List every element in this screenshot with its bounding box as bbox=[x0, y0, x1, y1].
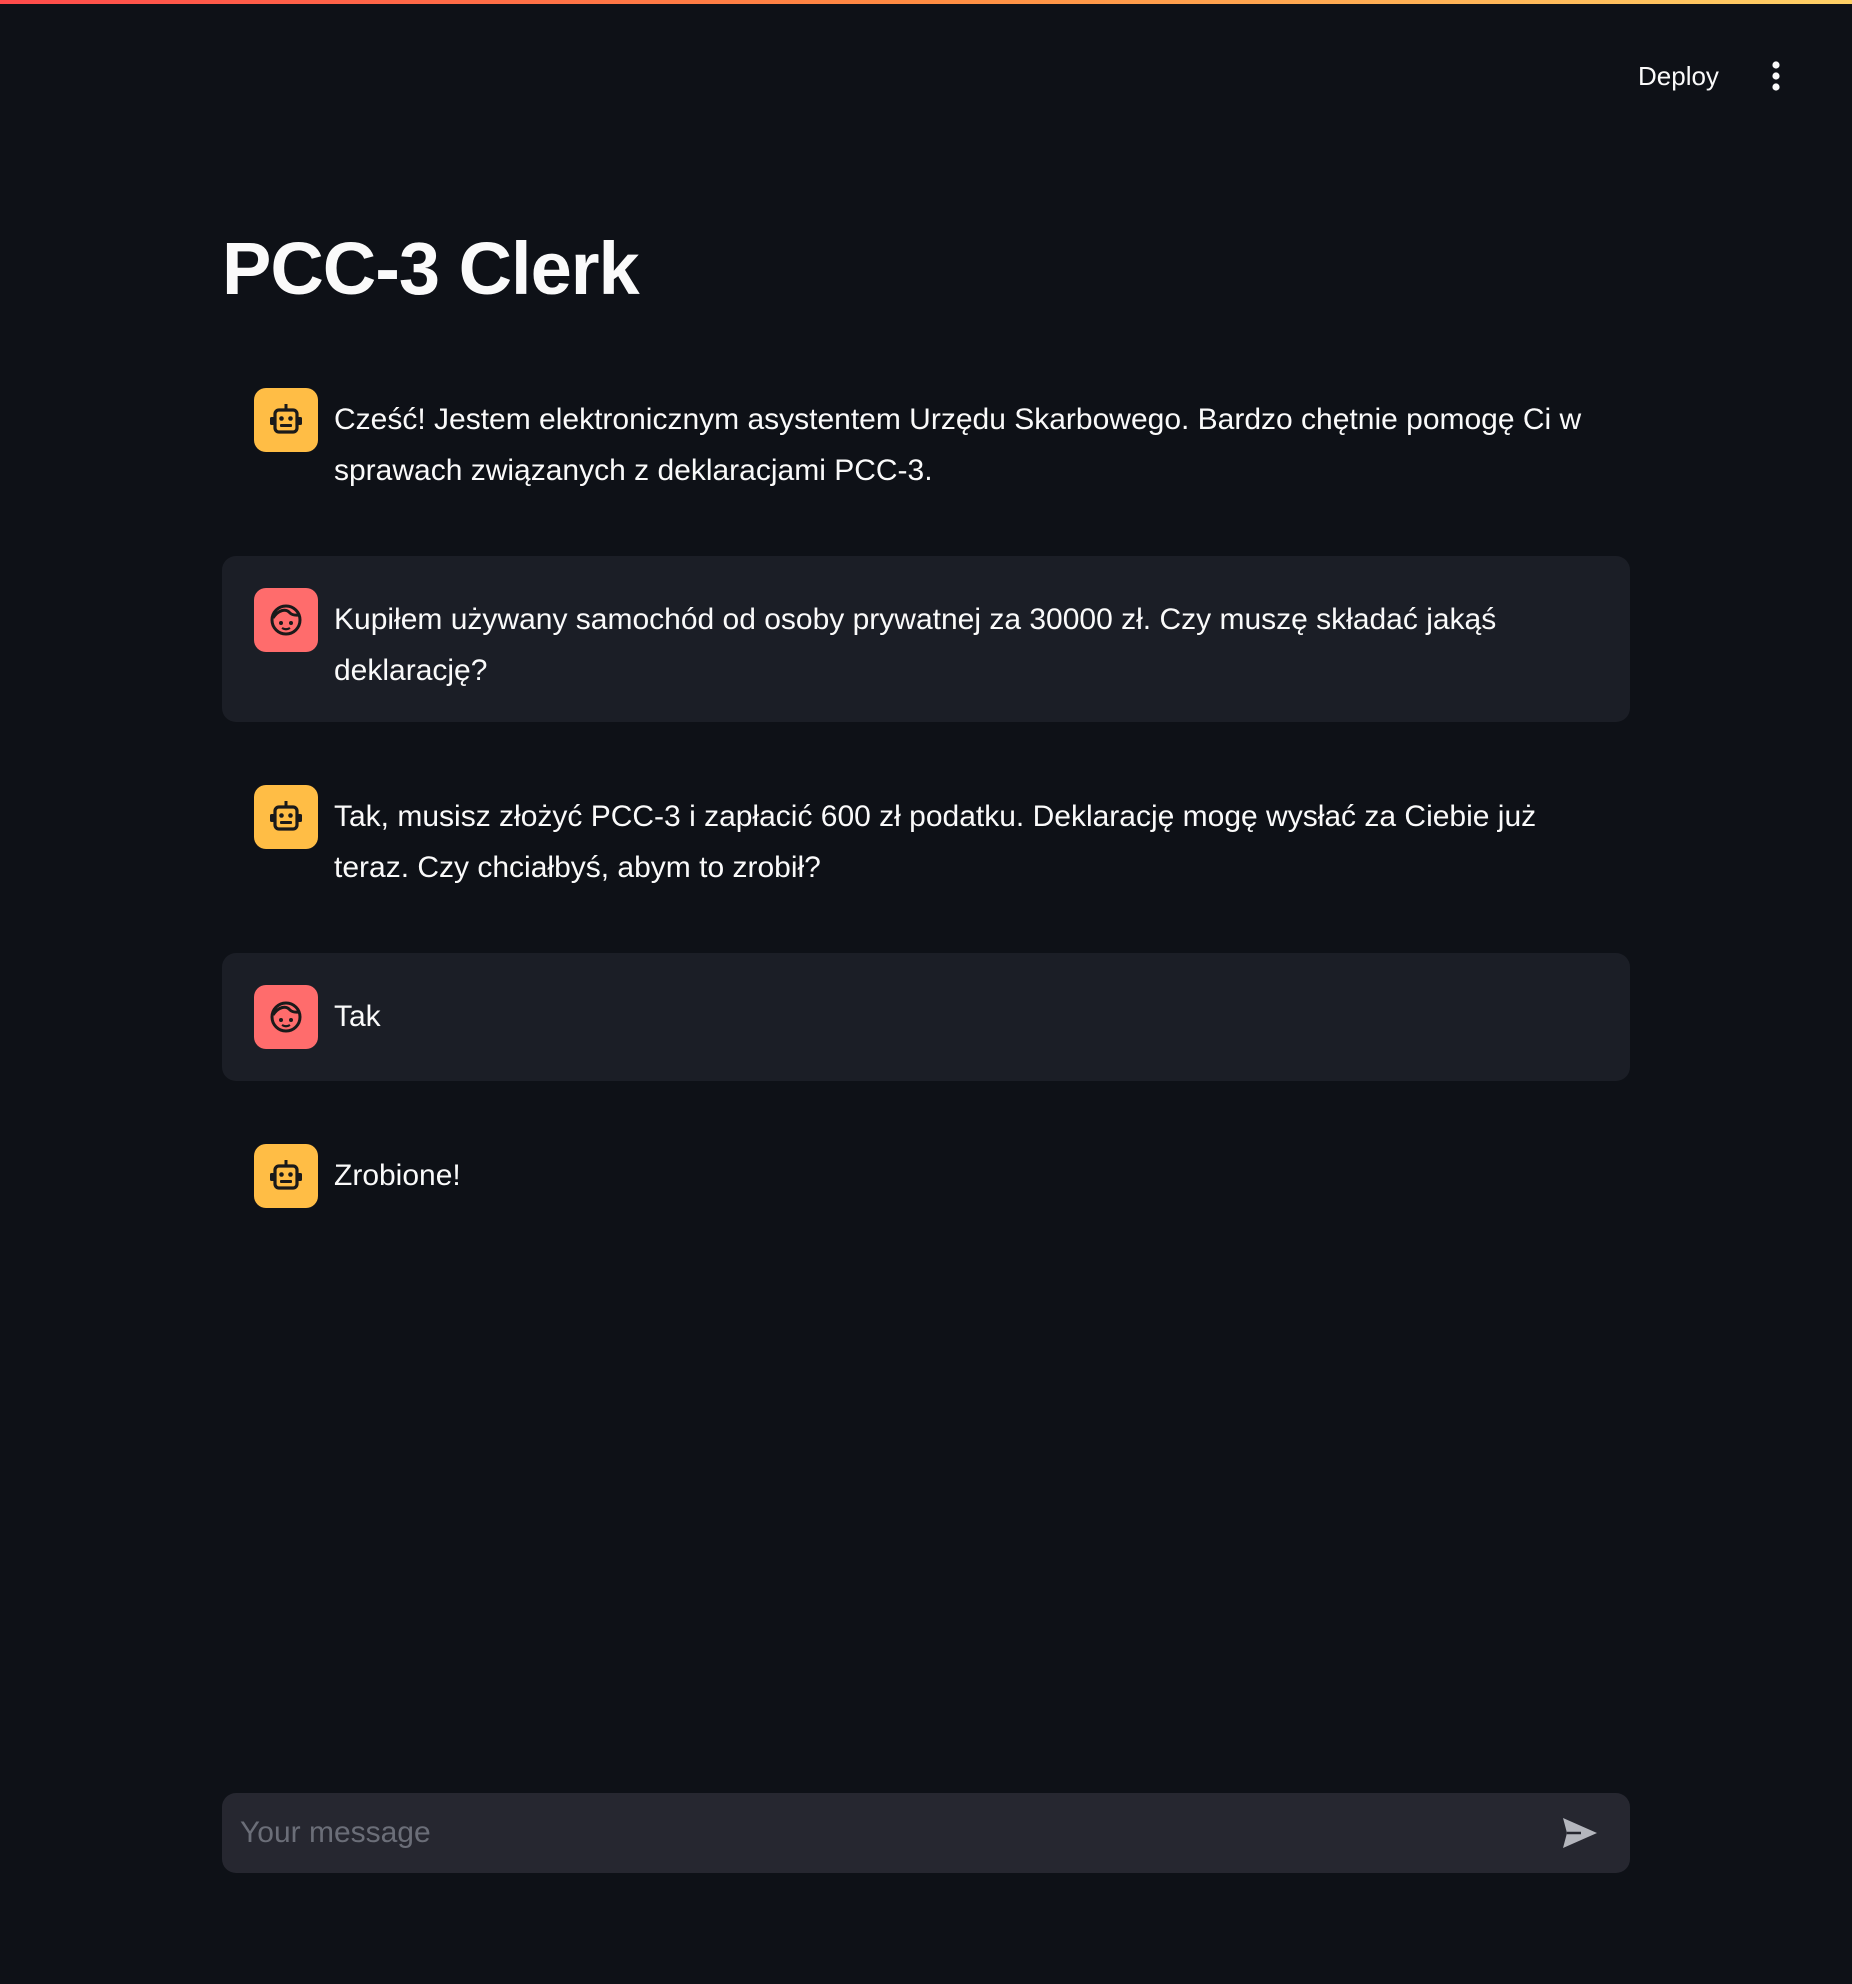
robot-icon bbox=[270, 404, 302, 434]
face-icon bbox=[270, 604, 302, 636]
main-menu-button[interactable] bbox=[1756, 52, 1796, 100]
assistant-avatar bbox=[254, 1144, 318, 1208]
chat-message-user: Tak bbox=[222, 953, 1630, 1081]
message-text: Tak, musisz złożyć PCC-3 i zapłacić 600 … bbox=[334, 800, 1537, 884]
message-text: Zrobione! bbox=[334, 1159, 461, 1192]
chat-input-container bbox=[222, 1793, 1630, 1873]
robot-icon bbox=[270, 1160, 302, 1190]
page-title: PCC-3 Clerk bbox=[222, 227, 640, 310]
app-header: Deploy bbox=[0, 4, 1852, 142]
robot-icon bbox=[270, 801, 302, 831]
chat-message-assistant: Tak, musisz złożyć PCC-3 i zapłacić 600 … bbox=[222, 785, 1630, 893]
assistant-avatar bbox=[254, 388, 318, 452]
send-icon bbox=[1563, 1818, 1597, 1848]
chat-message-user: Kupiłem używany samochód od osoby prywat… bbox=[222, 556, 1630, 722]
message-text: Cześć! Jestem elektronicznym asystentem … bbox=[334, 403, 1582, 487]
chat-message-assistant: Zrobione! bbox=[222, 1144, 1630, 1208]
face-icon bbox=[270, 1001, 302, 1033]
more-vertical-icon bbox=[1772, 61, 1780, 91]
deploy-button[interactable]: Deploy bbox=[1620, 52, 1737, 100]
assistant-avatar bbox=[254, 785, 318, 849]
message-text: Kupiłem używany samochód od osoby prywat… bbox=[334, 603, 1497, 687]
chat-message-assistant: Cześć! Jestem elektronicznym asystentem … bbox=[222, 388, 1630, 496]
chat-message-input[interactable] bbox=[222, 1793, 1548, 1873]
user-avatar bbox=[254, 985, 318, 1049]
message-text: Tak bbox=[334, 1000, 381, 1033]
user-avatar bbox=[254, 588, 318, 652]
send-button[interactable] bbox=[1548, 1801, 1612, 1865]
